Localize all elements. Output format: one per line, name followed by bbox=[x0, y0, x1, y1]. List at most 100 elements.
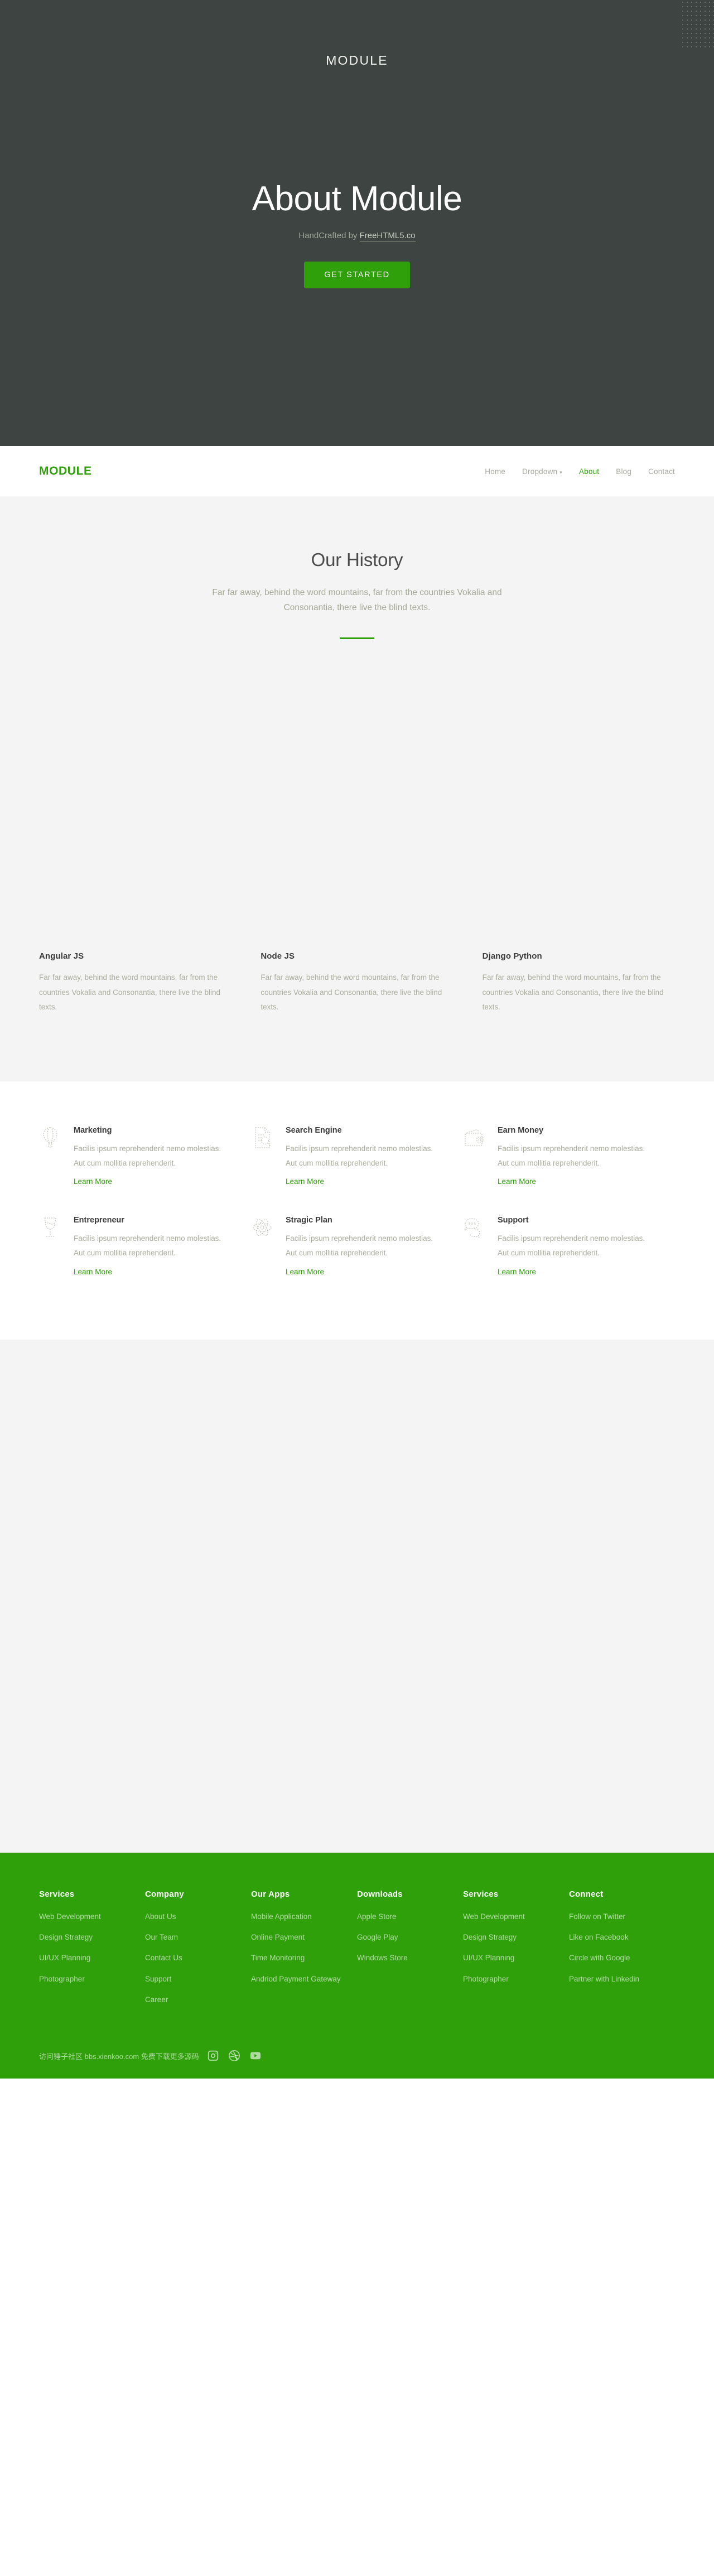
service-item: Support Facilis ipsum reprehenderit nemo… bbox=[463, 1216, 675, 1306]
footer-link-list: Mobile Application Online Payment Time M… bbox=[251, 1911, 344, 1985]
list-item: Time Monitoring bbox=[251, 1952, 344, 1964]
nav-item-home[interactable]: Home bbox=[485, 467, 505, 476]
footer-link[interactable]: Apple Store bbox=[357, 1911, 397, 1922]
nav-item-contact[interactable]: Contact bbox=[648, 467, 675, 476]
list-item: Design Strategy bbox=[463, 1932, 556, 1943]
footer-column-heading: Downloads bbox=[357, 1889, 403, 1899]
history-column-title: Node JS bbox=[260, 951, 295, 961]
history-title: Our History bbox=[311, 549, 403, 570]
document-search-icon bbox=[251, 1126, 273, 1149]
footer-link[interactable]: Time Monitoring bbox=[251, 1952, 305, 1964]
footer-column-our-apps: Our Apps Mobile Application Online Payme… bbox=[251, 1889, 357, 2015]
footer-column-heading: Services bbox=[39, 1889, 75, 1899]
service-learn-more-link[interactable]: Learn More bbox=[498, 1268, 536, 1276]
list-item: Follow on Twitter bbox=[569, 1911, 662, 1922]
service-text: Facilis ipsum reprehenderit nemo molesti… bbox=[285, 1234, 433, 1258]
list-item: Partner with Linkedin bbox=[569, 1974, 662, 1985]
youtube-icon[interactable] bbox=[249, 2050, 262, 2062]
navbar-logo[interactable]: MODULE bbox=[39, 465, 92, 478]
footer-link[interactable]: Support bbox=[145, 1974, 171, 1985]
history-columns: Angular JS Far far away, behind the word… bbox=[0, 951, 714, 1014]
list-item: Andriod Payment Gateway bbox=[251, 1974, 344, 1985]
service-title: Support bbox=[497, 1216, 529, 1225]
footer-link[interactable]: About Us bbox=[145, 1911, 176, 1922]
nav-item-about[interactable]: About bbox=[579, 467, 599, 476]
footer-link[interactable]: UI/UX Planning bbox=[463, 1952, 514, 1964]
footer-link[interactable]: Like on Facebook bbox=[569, 1932, 629, 1943]
footer-link[interactable]: Career bbox=[145, 1994, 168, 2005]
footer-column-services-1: Services Web Development Design Strategy… bbox=[39, 1889, 145, 2015]
footer-column-heading: Services bbox=[463, 1889, 499, 1899]
freehtml5-link[interactable]: FreeHTML5.co bbox=[359, 230, 416, 241]
service-body: Marketing Facilis ipsum reprehenderit ne… bbox=[74, 1126, 231, 1187]
footer-column-company: Company About Us Our Team Contact Us Sup… bbox=[145, 1889, 251, 2015]
get-started-button[interactable]: GET STARTED bbox=[304, 261, 410, 288]
footer-link[interactable]: Online Payment bbox=[251, 1932, 305, 1943]
service-item: Stragic Plan Facilis ipsum reprehenderit… bbox=[251, 1216, 463, 1306]
service-text: Facilis ipsum reprehenderit nemo molesti… bbox=[74, 1144, 221, 1167]
footer-column-heading: Company bbox=[145, 1889, 184, 1899]
footer-link[interactable]: Partner with Linkedin bbox=[569, 1974, 639, 1985]
hero-title: About Module bbox=[252, 180, 462, 219]
footer-link[interactable]: Photographer bbox=[463, 1974, 509, 1985]
service-learn-more-link[interactable]: Learn More bbox=[74, 1268, 112, 1276]
chevron-down-icon: ▾ bbox=[559, 469, 562, 475]
footer-link[interactable]: Web Development bbox=[463, 1911, 525, 1922]
footer-link[interactable]: Web Development bbox=[39, 1911, 101, 1922]
footer-link[interactable]: Our Team bbox=[145, 1932, 178, 1943]
footer-link[interactable]: Design Strategy bbox=[463, 1932, 517, 1943]
service-item: Search Engine Facilis ipsum reprehenderi… bbox=[251, 1126, 463, 1216]
service-title: Earn Money bbox=[497, 1126, 544, 1135]
service-item: Marketing Facilis ipsum reprehenderit ne… bbox=[39, 1126, 251, 1216]
footer-link[interactable]: Follow on Twitter bbox=[569, 1911, 625, 1922]
footer-link-list: Apple Store Google Play Windows Store bbox=[357, 1911, 450, 1964]
history-column: Django Python Far far away, behind the w… bbox=[483, 951, 675, 1014]
nav-item-home-label: Home bbox=[485, 467, 506, 476]
list-item: UI/UX Planning bbox=[39, 1952, 132, 1964]
footer-column-connect: Connect Follow on Twitter Like on Facebo… bbox=[569, 1889, 675, 2015]
footer-link-list: Web Development Design Strategy UI/UX Pl… bbox=[39, 1911, 132, 1985]
service-learn-more-link[interactable]: Learn More bbox=[498, 1177, 536, 1186]
list-item: Support bbox=[145, 1974, 238, 1985]
instagram-icon[interactable] bbox=[207, 2050, 219, 2062]
footer-column-heading: Connect bbox=[569, 1889, 604, 1899]
nav-item-dropdown[interactable]: Dropdown ▾ bbox=[522, 467, 562, 476]
list-item: Contact Us bbox=[145, 1952, 238, 1964]
footer-link[interactable]: Windows Store bbox=[357, 1952, 408, 1964]
service-text: Facilis ipsum reprehenderit nemo molesti… bbox=[497, 1144, 645, 1167]
service-body: Support Facilis ipsum reprehenderit nemo… bbox=[498, 1216, 655, 1277]
list-item: Photographer bbox=[463, 1974, 556, 1985]
footer-columns: Services Web Development Design Strategy… bbox=[39, 1889, 675, 2015]
nav-item-about-label: About bbox=[578, 467, 600, 476]
footer-link[interactable]: Contact Us bbox=[145, 1952, 182, 1964]
social-links bbox=[207, 2050, 262, 2062]
footer-link[interactable]: Circle with Google bbox=[569, 1952, 630, 1964]
gallery-placeholder-section bbox=[0, 1339, 714, 1853]
list-item: Circle with Google bbox=[569, 1952, 662, 1964]
nav-item-dropdown-label: Dropdown bbox=[522, 467, 558, 476]
speech-bubbles-icon bbox=[463, 1216, 485, 1239]
footer-link[interactable]: UI/UX Planning bbox=[39, 1952, 90, 1964]
history-intro: Far far away, behind the word mountains,… bbox=[212, 588, 502, 613]
service-learn-more-link[interactable]: Learn More bbox=[286, 1268, 324, 1276]
service-title: Stragic Plan bbox=[285, 1216, 332, 1225]
dribbble-icon[interactable] bbox=[228, 2050, 240, 2062]
service-body: Earn Money Facilis ipsum reprehenderit n… bbox=[498, 1126, 655, 1187]
service-learn-more-link[interactable]: Learn More bbox=[286, 1177, 324, 1186]
history-column-text: Far far away, behind the word mountains,… bbox=[260, 973, 442, 1011]
footer-link[interactable]: Mobile Application bbox=[251, 1911, 312, 1922]
service-item: Earn Money Facilis ipsum reprehenderit n… bbox=[463, 1126, 675, 1216]
nav-item-blog[interactable]: Blog bbox=[616, 467, 631, 476]
service-learn-more-link[interactable]: Learn More bbox=[74, 1177, 112, 1186]
history-column: Node JS Far far away, behind the word mo… bbox=[260, 951, 453, 1014]
footer-link[interactable]: Andriod Payment Gateway bbox=[251, 1974, 341, 1985]
footer-link[interactable]: Photographer bbox=[39, 1974, 85, 1985]
service-body: Entrepreneur Facilis ipsum reprehenderit… bbox=[74, 1216, 231, 1277]
footer-link[interactable]: Design Strategy bbox=[39, 1932, 93, 1943]
nav-item-blog-label: Blog bbox=[616, 467, 632, 476]
list-item: Like on Facebook bbox=[569, 1932, 662, 1943]
hero-subtitle-prefix: HandCrafted by bbox=[298, 230, 360, 240]
list-item: Photographer bbox=[39, 1974, 132, 1985]
footer-link[interactable]: Google Play bbox=[357, 1932, 398, 1943]
footer-bottom-bar: 访问锤子社区 bbs.xienkoo.com 免费下载更多源码 bbox=[39, 2015, 675, 2079]
